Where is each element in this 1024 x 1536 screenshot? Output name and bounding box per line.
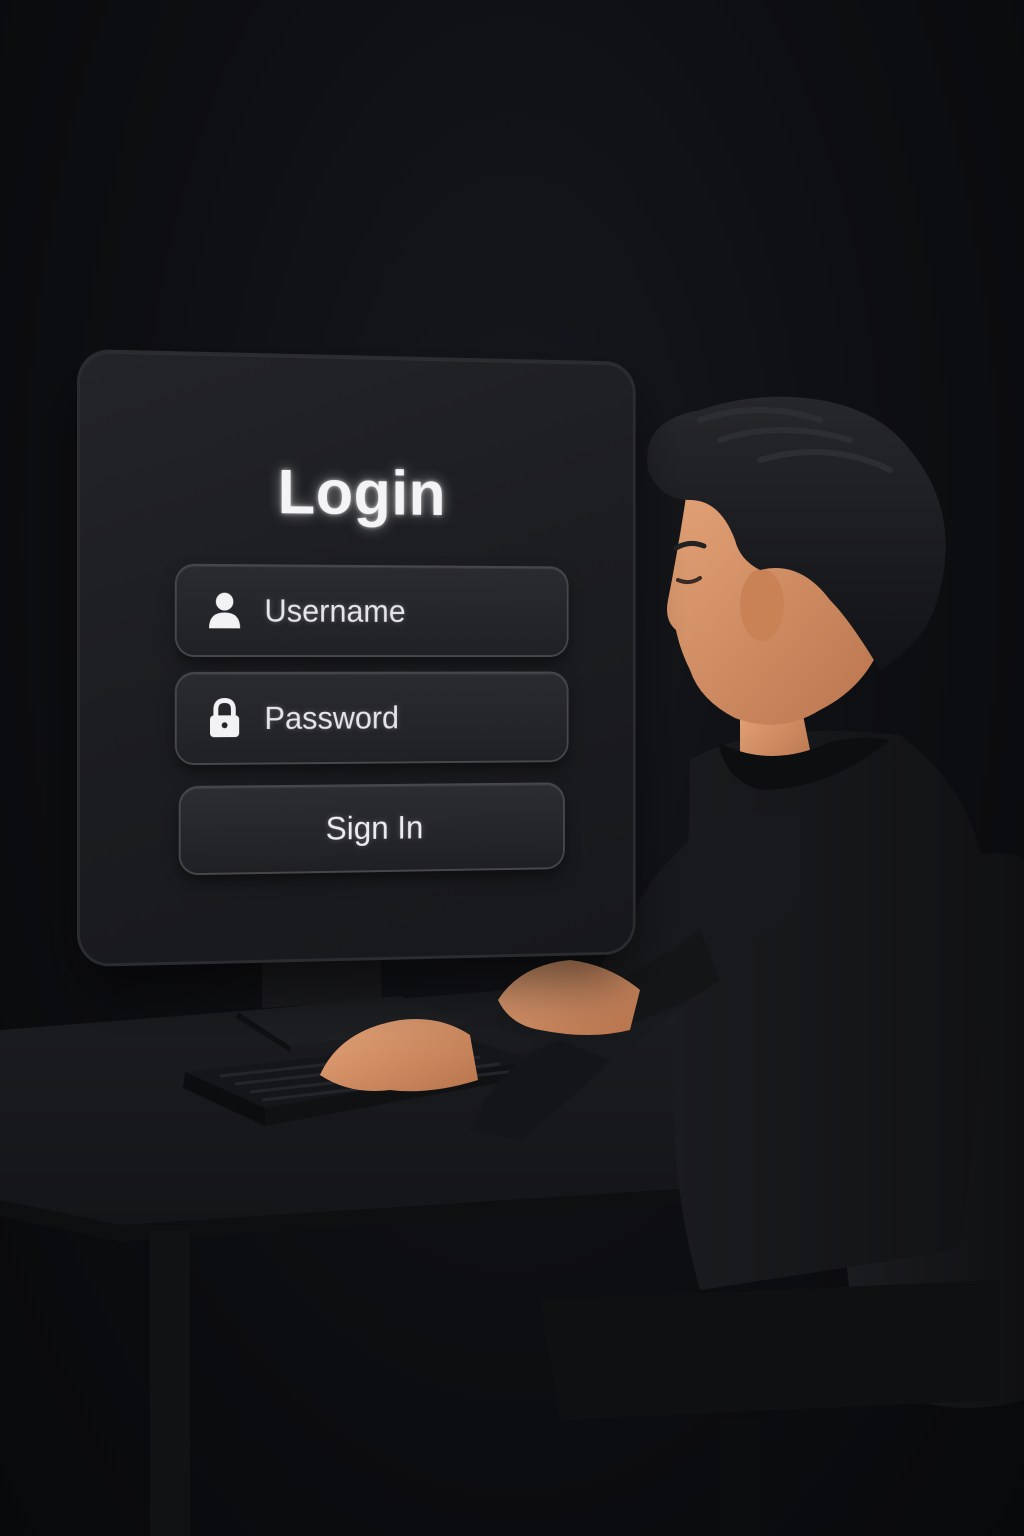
login-title: Login: [277, 456, 446, 529]
password-field[interactable]: Password: [176, 673, 567, 764]
scene: Login Username Password Sign In: [0, 0, 1024, 1536]
lock-icon: [208, 699, 241, 739]
sign-in-button[interactable]: Sign In: [180, 784, 564, 874]
username-field[interactable]: Username: [176, 565, 567, 656]
password-placeholder: Password: [264, 699, 399, 736]
username-placeholder: Username: [264, 592, 406, 629]
monitor-screen: Login Username Password Sign In: [80, 352, 633, 964]
user-icon: [208, 591, 241, 631]
